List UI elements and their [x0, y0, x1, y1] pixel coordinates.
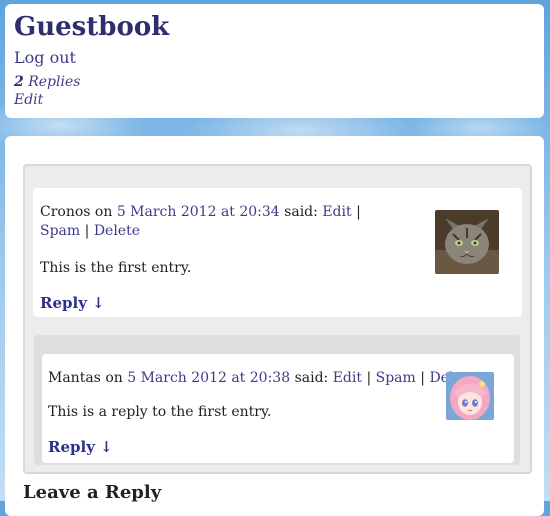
comment-meta: Cronos on 5 March 2012 at 20:34 said: Ed…	[40, 203, 390, 241]
comment-item: Cronos on 5 March 2012 at 20:34 said: Ed…	[33, 188, 522, 317]
replies-count[interactable]: 2 Replies	[14, 73, 535, 91]
comment-edit-link[interactable]: Edit	[322, 204, 351, 220]
replies-number: 2	[14, 74, 24, 90]
meta-word: said:	[294, 370, 329, 386]
leave-reply-heading: Leave a Reply	[23, 482, 162, 503]
separator: |	[420, 370, 425, 386]
comment-spam-link[interactable]: Spam	[376, 370, 416, 386]
comment-meta: Mantas on 5 March 2012 at 20:38 said: Ed…	[48, 370, 476, 386]
comment-author: Cronos	[40, 204, 91, 220]
comment-date-link[interactable]: 5 March 2012 at 20:38	[127, 370, 290, 386]
anime-avatar-icon	[446, 372, 494, 420]
separator: |	[356, 204, 361, 220]
reply-thread: Mantas on 5 March 2012 at 20:38 said: Ed…	[34, 335, 520, 465]
comment-edit-link[interactable]: Edit	[333, 370, 362, 386]
reply-link[interactable]: Reply ↓	[40, 294, 105, 312]
comment-body: This is a reply to the first entry.	[48, 404, 272, 420]
comment-spam-link[interactable]: Spam	[40, 223, 80, 239]
meta-word: on	[94, 204, 113, 220]
reply-link[interactable]: Reply ↓	[48, 438, 113, 456]
comment-delete-link[interactable]: Delete	[94, 223, 140, 239]
comment-item: Mantas on 5 March 2012 at 20:38 said: Ed…	[42, 354, 514, 463]
separator: |	[366, 370, 372, 386]
site-header: Guestbook Log out 2 Replies Edit	[5, 4, 544, 118]
logout-link[interactable]: Log out	[14, 48, 535, 68]
replies-label: Replies	[28, 74, 81, 90]
comment-author: Mantas	[48, 370, 101, 386]
post-meta: 2 Replies Edit	[14, 73, 535, 109]
site-title[interactable]: Guestbook	[14, 12, 535, 42]
comment-list: Cronos on 5 March 2012 at 20:34 said: Ed…	[23, 164, 532, 474]
comment-date-link[interactable]: 5 March 2012 at 20:34	[117, 204, 280, 220]
comment-body: This is the first entry.	[40, 260, 192, 276]
meta-word: said:	[284, 204, 318, 220]
separator: |	[84, 223, 90, 239]
edit-post-link[interactable]: Edit	[14, 92, 43, 108]
cat-avatar-icon	[435, 210, 499, 274]
main-content: Cronos on 5 March 2012 at 20:34 said: Ed…	[5, 136, 544, 516]
meta-word: on	[105, 370, 123, 386]
